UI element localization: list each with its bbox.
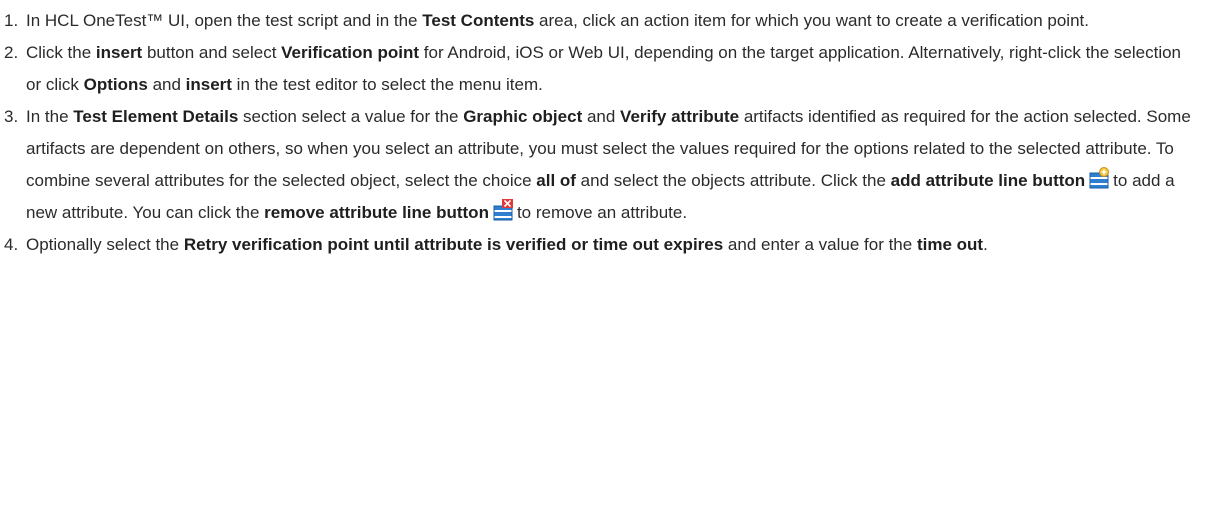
step-text: button and select <box>142 43 282 62</box>
step-emphasis: insert <box>95 43 143 62</box>
step-text: to remove an attribute. <box>516 203 688 222</box>
step-emphasis: remove attribute line button <box>264 203 489 222</box>
step-emphasis: Test Contents <box>422 11 535 30</box>
procedure-steps: 1. In HCL OneTest™ UI, open the test scri… <box>0 0 1200 261</box>
step-text: and select the objects attribute. Click … <box>575 171 891 190</box>
step-text: Click the <box>26 43 96 62</box>
step-text: area, click an action item for which you… <box>534 11 1089 30</box>
step-emphasis: Graphic object <box>463 107 583 126</box>
step-emphasis: Test Element Details <box>73 107 239 126</box>
step-item: 4. Optionally select the Retry verificati… <box>0 229 1200 261</box>
step-emphasis: Options <box>83 75 148 94</box>
step-text: and enter a value for the <box>723 235 917 254</box>
step-emphasis: time out <box>916 235 984 254</box>
step-emphasis: Retry verification point until attribute… <box>183 235 724 254</box>
step-emphasis: insert <box>185 75 232 94</box>
step-number: 4. <box>4 235 19 254</box>
step-emphasis: Verification point <box>281 43 420 62</box>
step-text: in the test editor to select the menu it… <box>231 75 543 94</box>
step-emphasis: add attribute line button <box>890 171 1086 190</box>
step-item: 1. In HCL OneTest™ UI, open the test scri… <box>0 5 1200 37</box>
step-number: 3. <box>4 107 19 126</box>
step-emphasis: all of <box>536 171 576 190</box>
add-attribute-line-icon <box>1089 167 1111 189</box>
remove-attribute-line-icon <box>493 199 515 221</box>
step-item: 3. In the Test Element Details section se… <box>0 101 1200 229</box>
step-text: section select a value for the <box>238 107 464 126</box>
step-text: and <box>582 107 621 126</box>
step-item: 2. Click the insert button and select Ver… <box>0 37 1200 101</box>
step-emphasis: Verify attribute <box>620 107 740 126</box>
step-number: 2. <box>4 43 19 62</box>
step-number: 1. <box>4 11 19 30</box>
step-text: In HCL OneTest™ UI, open the test script… <box>26 11 423 30</box>
step-text: . <box>983 235 988 254</box>
step-text: and <box>147 75 186 94</box>
step-text: Optionally select the <box>26 235 184 254</box>
step-text: In the <box>26 107 74 126</box>
